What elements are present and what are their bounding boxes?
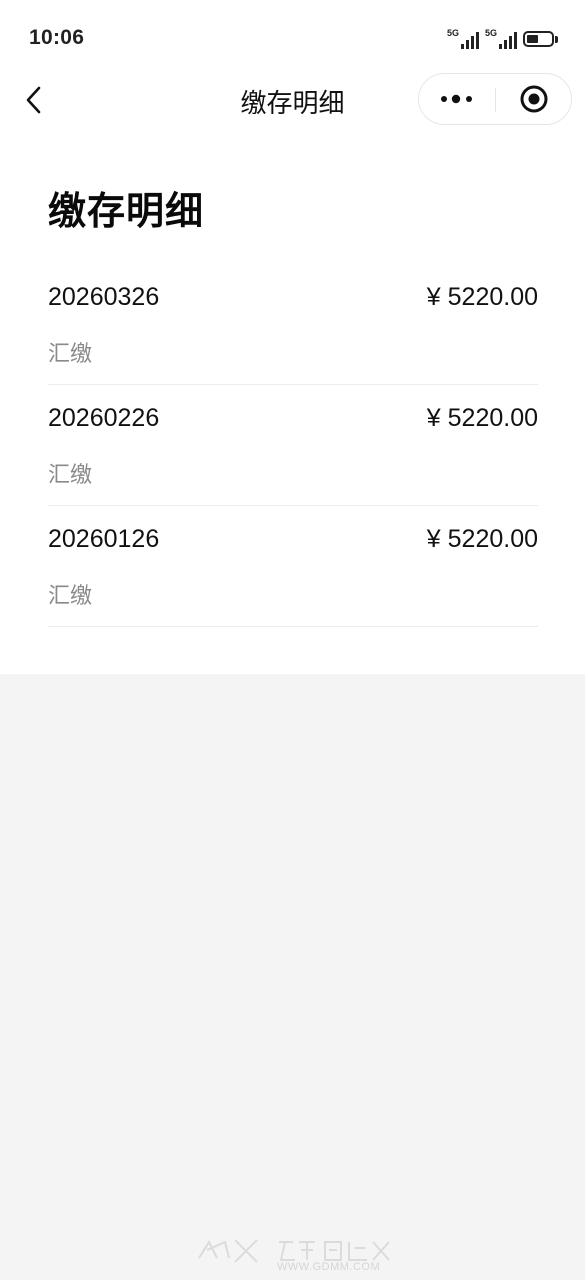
record-amount: ¥ 5220.00 xyxy=(426,525,538,553)
list-item[interactable]: 20260226 ¥ 5220.00 汇缴 xyxy=(48,385,538,506)
mini-program-capsule xyxy=(418,73,572,125)
page-heading: 缴存明细 xyxy=(48,189,205,233)
watermark: WWW.GDMM.COM xyxy=(195,1234,395,1276)
status-bar: 10:06 5G 5G xyxy=(0,0,585,78)
target-circle-icon xyxy=(520,85,548,113)
record-amount: ¥ 5220.00 xyxy=(426,283,538,311)
record-date: 20260226 xyxy=(48,404,160,432)
status-time: 10:06 xyxy=(29,26,85,49)
record-type: 汇缴 xyxy=(48,584,93,609)
record-type: 汇缴 xyxy=(48,342,93,367)
signal-5g-icon: 5G xyxy=(485,28,517,50)
record-list: 20260326 ¥ 5220.00 汇缴 20260226 ¥ 5220.00… xyxy=(48,264,538,627)
record-date: 20260326 xyxy=(48,283,160,311)
more-button[interactable] xyxy=(419,74,495,124)
nav-bar: 缴存明细 xyxy=(0,70,585,130)
more-dots-icon xyxy=(441,94,472,104)
signal-label: 5G xyxy=(447,28,460,38)
status-icons: 5G 5G xyxy=(447,28,559,50)
record-amount: ¥ 5220.00 xyxy=(426,404,538,432)
signal-5g-icon: 5G xyxy=(447,28,479,50)
record-type: 汇缴 xyxy=(48,463,93,488)
list-item[interactable]: 20260326 ¥ 5220.00 汇缴 xyxy=(48,264,538,385)
record-date: 20260126 xyxy=(48,525,160,553)
battery-icon xyxy=(523,31,559,49)
watermark-logo-icon xyxy=(198,1239,390,1263)
close-button[interactable] xyxy=(496,74,572,124)
watermark-url: WWW.GDMM.COM xyxy=(277,1261,381,1273)
list-item[interactable]: 20260126 ¥ 5220.00 汇缴 xyxy=(48,506,538,627)
signal-label: 5G xyxy=(485,28,498,38)
